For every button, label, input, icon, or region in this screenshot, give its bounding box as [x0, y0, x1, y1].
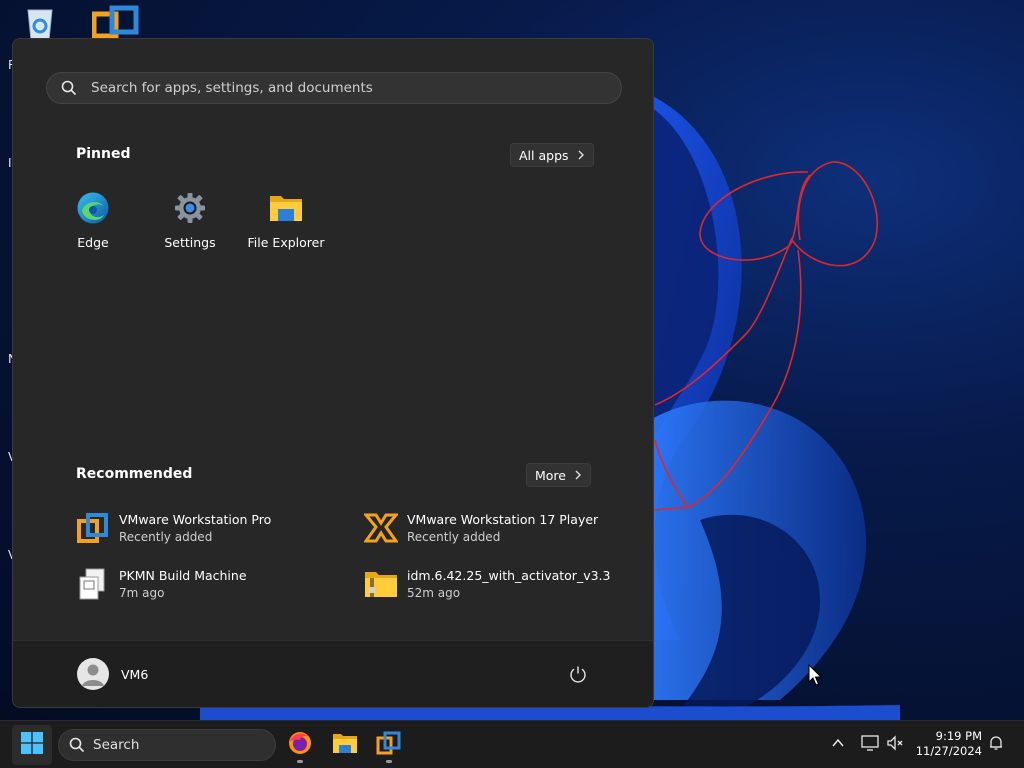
start-button[interactable]: [12, 725, 52, 765]
user-name: VM6: [121, 666, 149, 682]
recommended-item[interactable]: idm.6.42.25_with_activator_v3.3 52m ago: [363, 564, 633, 604]
folder-icon: [332, 732, 358, 758]
vmware-player-icon: [363, 510, 399, 546]
taskbar-vmware[interactable]: [369, 725, 409, 765]
all-apps-button[interactable]: All apps: [510, 143, 594, 167]
search-placeholder: Search for apps, settings, and documents: [91, 80, 373, 96]
firefox-icon: [288, 731, 312, 759]
start-search-input[interactable]: Search for apps, settings, and documents: [46, 72, 622, 104]
all-apps-label: All apps: [519, 147, 569, 163]
pinned-app-label: Settings: [164, 235, 216, 250]
recommended-item-name: VMware Workstation 17 Player: [407, 512, 599, 527]
start-menu-footer: VM6: [13, 640, 653, 707]
start-menu: Search for apps, settings, and documents…: [12, 38, 654, 708]
recommended-item-subtitle: Recently added: [119, 530, 213, 544]
folder-icon: [241, 191, 331, 227]
more-label: More: [535, 467, 566, 483]
running-indicator: [386, 760, 392, 763]
pinned-app-label: Edge: [77, 235, 109, 250]
pinned-app-label: File Explorer: [247, 235, 325, 250]
chevron-right-icon: [577, 148, 585, 163]
windows-logo-icon: [21, 732, 43, 758]
user-account-button[interactable]: VM6: [77, 658, 148, 690]
desktop-label-partial: I: [8, 156, 12, 170]
network-icon[interactable]: [861, 735, 879, 755]
volume-muted-icon[interactable]: [886, 735, 904, 755]
clock-time: 9:19 PM: [935, 729, 982, 743]
more-button[interactable]: More: [526, 463, 591, 487]
recommended-item[interactable]: PKMN Build Machine 7m ago: [75, 564, 345, 604]
search-icon: [69, 737, 85, 753]
zip-folder-icon: [363, 566, 399, 602]
vmware-icon: [376, 730, 402, 760]
vm-file-icon: [75, 566, 111, 602]
recommended-item[interactable]: VMware Workstation 17 Player Recently ad…: [363, 508, 633, 548]
recommended-item[interactable]: VMware Workstation Pro Recently added: [75, 508, 345, 548]
pinned-title: Pinned: [76, 146, 131, 162]
pinned-app-edge[interactable]: Edge: [48, 191, 138, 250]
recommended-item-name: idm.6.42.25_with_activator_v3.3: [407, 568, 611, 583]
running-indicator: [297, 760, 303, 763]
edge-icon: [48, 191, 138, 227]
pinned-app-file-explorer[interactable]: File Explorer: [241, 191, 331, 250]
chevron-right-icon: [574, 468, 582, 483]
taskbar: Search 9:19 PM 11/27/2024: [0, 720, 1024, 768]
recommended-title: Recommended: [76, 466, 193, 482]
taskbar-firefox[interactable]: [280, 725, 320, 765]
recommended-item-name: PKMN Build Machine: [119, 568, 247, 583]
taskbar-search[interactable]: Search: [58, 729, 276, 761]
mouse-cursor-icon: [808, 663, 823, 690]
recommended-item-subtitle: 7m ago: [119, 586, 165, 600]
taskbar-search-label: Search: [93, 737, 140, 753]
chevron-up-icon[interactable]: [831, 735, 845, 754]
vmware-pro-icon: [75, 510, 111, 546]
settings-gear-icon: [145, 191, 235, 227]
recommended-item-subtitle: Recently added: [407, 530, 501, 544]
pinned-app-settings[interactable]: Settings: [145, 191, 235, 250]
taskbar-file-explorer[interactable]: [325, 725, 365, 765]
recommended-item-name: VMware Workstation Pro: [119, 512, 272, 527]
clock-date: 11/27/2024: [915, 744, 982, 758]
notification-bell-icon[interactable]: [988, 735, 1004, 755]
avatar: [77, 658, 109, 690]
power-icon: [569, 666, 587, 687]
recommended-item-subtitle: 52m ago: [407, 586, 461, 600]
taskbar-clock[interactable]: 9:19 PM 11/27/2024: [910, 729, 982, 759]
search-icon: [47, 80, 91, 96]
power-button[interactable]: [569, 665, 587, 687]
